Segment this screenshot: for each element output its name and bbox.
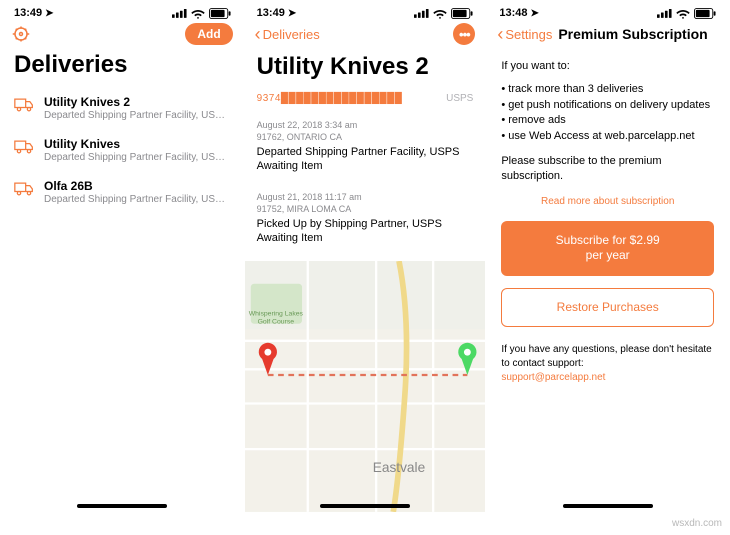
item-title: Olfa 26B <box>44 179 231 193</box>
wifi-icon <box>191 8 205 19</box>
list-item[interactable]: Olfa 26BDeparted Shipping Partner Facili… <box>14 171 231 213</box>
location-icon: ➤ <box>45 8 53 19</box>
page-title: Deliveries <box>2 51 243 87</box>
map-town-label: Eastvale <box>372 460 424 475</box>
location-icon: ➤ <box>288 8 296 19</box>
back-button[interactable]: ‹Settings <box>497 25 552 43</box>
premium-intro: If you want to: <box>501 59 714 74</box>
nav-title: Premium Subscription <box>552 26 718 42</box>
support-text: If you have any questions, please don't … <box>501 343 714 385</box>
add-button[interactable]: Add <box>185 23 232 45</box>
battery-icon <box>209 8 231 19</box>
event-location: 91752, MIRA LOMA CA <box>257 204 474 214</box>
carrier-label: USPS <box>446 93 473 104</box>
status-time: 13:49 <box>14 7 42 19</box>
signal-icon <box>414 8 429 18</box>
list-item[interactable]: Utility Knives 2Departed Shipping Partne… <box>14 87 231 129</box>
wifi-icon <box>433 8 447 19</box>
home-indicator[interactable] <box>320 504 410 508</box>
navbar: ‹Settings Premium Subscription <box>487 21 728 51</box>
support-email-link[interactable]: support@parcelapp.net <box>501 372 605 383</box>
battery-icon <box>694 8 716 19</box>
feature-item: use Web Access at web.parcelapp.net <box>501 129 714 144</box>
back-label: Settings <box>505 27 552 42</box>
signal-icon <box>172 8 187 18</box>
settings-icon[interactable] <box>12 25 30 43</box>
navbar: ‹Deliveries ••• <box>245 21 486 51</box>
status-bar: 13:49➤ <box>2 2 243 21</box>
battery-icon <box>451 8 473 19</box>
tracking-event: August 21, 2018 11:17 am 91752, MIRA LOM… <box>245 186 486 252</box>
location-icon: ➤ <box>530 8 538 19</box>
event-description: Departed Shipping Partner Facility, USPS… <box>257 145 474 174</box>
restore-button[interactable]: Restore Purchases <box>501 288 714 327</box>
premium-cta-text: Please subscribe to the premium subscrip… <box>501 154 714 185</box>
subscribe-button[interactable]: Subscribe for $2.99 per year <box>501 221 714 276</box>
feature-item: remove ads <box>501 113 714 128</box>
read-more-link[interactable]: Read more about subscription <box>501 195 714 209</box>
more-button[interactable]: ••• <box>453 23 475 45</box>
status-bar: 13:49➤ <box>245 2 486 21</box>
item-title: Utility Knives 2 <box>44 95 231 109</box>
delivery-list: Utility Knives 2Departed Shipping Partne… <box>2 87 243 213</box>
watermark: wsxdn.com <box>672 518 722 529</box>
item-subtitle: Departed Shipping Partner Facility, USPS… <box>44 152 231 163</box>
home-indicator[interactable] <box>563 504 653 508</box>
screen-deliveries-list: 13:49➤ Add Deliveries Utility Knives 2De… <box>2 2 243 512</box>
chevron-left-icon: ‹ <box>497 25 503 43</box>
item-subtitle: Departed Shipping Partner Facility, USPS… <box>44 110 231 121</box>
chevron-left-icon: ‹ <box>255 25 261 43</box>
tracking-number[interactable]: 9374████████████████ <box>257 93 403 104</box>
premium-feature-list: track more than 3 deliveries get push no… <box>501 82 714 144</box>
page-title: Utility Knives 2 <box>245 51 486 89</box>
home-indicator[interactable] <box>77 504 167 508</box>
event-description: Picked Up by Shipping Partner, USPS Awai… <box>257 217 474 246</box>
status-time: 13:48 <box>499 7 527 19</box>
feature-item: track more than 3 deliveries <box>501 82 714 97</box>
status-time: 13:49 <box>257 7 285 19</box>
subscribe-line1: Subscribe for $2.99 <box>509 233 706 249</box>
event-date: August 22, 2018 3:34 am <box>257 120 474 130</box>
tracking-map[interactable]: Whispering LakesGolf Course Eastvale <box>245 261 486 512</box>
screen-premium: 13:48➤ ‹Settings Premium Subscription If… <box>487 2 728 512</box>
event-location: 91762, ONTARIO CA <box>257 132 474 142</box>
signal-icon <box>657 8 672 18</box>
item-title: Utility Knives <box>44 137 231 151</box>
event-date: August 21, 2018 11:17 am <box>257 192 474 202</box>
truck-icon <box>14 97 34 113</box>
navbar: Add <box>2 21 243 51</box>
truck-icon <box>14 139 34 155</box>
back-label: Deliveries <box>263 27 320 42</box>
truck-icon <box>14 181 34 197</box>
feature-item: get push notifications on delivery updat… <box>501 98 714 113</box>
back-button[interactable]: ‹Deliveries <box>255 25 320 43</box>
screen-delivery-detail: 13:49➤ ‹Deliveries ••• Utility Knives 2 … <box>245 2 486 512</box>
list-item[interactable]: Utility KnivesDeparted Shipping Partner … <box>14 129 231 171</box>
subscribe-line2: per year <box>509 248 706 264</box>
tracking-event: August 22, 2018 3:34 am 91762, ONTARIO C… <box>245 114 486 180</box>
item-subtitle: Departed Shipping Partner Facility, USPS… <box>44 194 231 205</box>
status-bar: 13:48➤ <box>487 2 728 21</box>
wifi-icon <box>676 8 690 19</box>
